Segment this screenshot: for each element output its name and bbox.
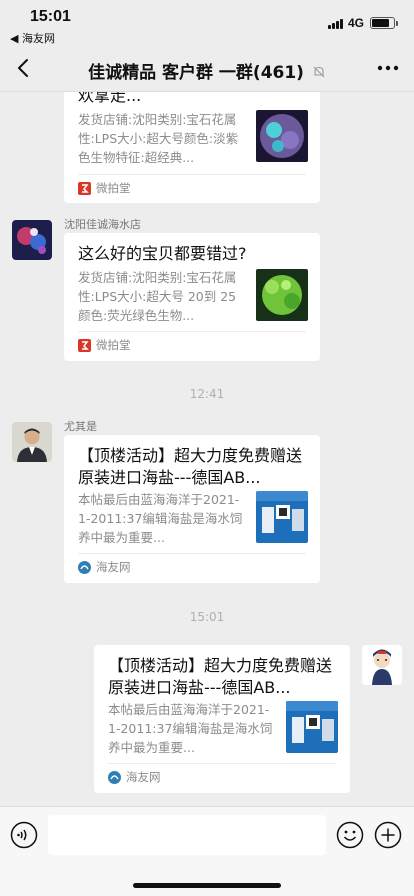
message-timestamp: 15:01 (189, 610, 225, 624)
message-list[interactable]: 欢拿走... 发货店铺:沈阳类别:宝石花属性:LPS大小:超大号颜色:淡紫色生物… (0, 92, 414, 806)
card-title: 【顶楼活动】超大力度免费赠送原装进口海盐---德国AB... (108, 656, 333, 697)
card-source: 微拍堂 (96, 181, 131, 195)
home-indicator[interactable] (133, 883, 281, 888)
link-card-message[interactable]: 这么好的宝贝都要错过? 发货店铺:沈阳类别:宝石花属性:LPS大小:超大号 20… (64, 233, 320, 361)
haiyouwang-logo-icon (78, 561, 91, 574)
weipaitang-logo-icon (78, 339, 91, 352)
card-footer: 微拍堂 (78, 174, 306, 202)
card-description: 本帖最后由蓝海海洋于2021-1-2011:37编辑海盐是海水饲养中最为重要..… (78, 492, 243, 545)
status-bar: 15:01 ◀ 海友网 4G (0, 0, 414, 45)
network-type: 4G (348, 16, 365, 30)
more-functions-plus-icon[interactable] (374, 821, 402, 849)
card-footer: 微拍堂 (78, 331, 306, 359)
message-timestamp: 12:41 (189, 387, 225, 401)
card-footer: 海友网 (108, 763, 336, 791)
chat-header: 佳诚精品 客户群 一群(461) (0, 44, 414, 92)
mute-bell-icon (313, 66, 325, 78)
signal-icon (328, 19, 343, 29)
card-thumbnail (256, 491, 308, 543)
back-chevron-icon[interactable] (12, 56, 36, 80)
card-title: 【顶楼活动】超大力度免费赠送原装进口海盐---德国AB... (78, 446, 303, 487)
card-source: 微拍堂 (96, 338, 131, 352)
card-title: 欢拿走... (78, 92, 142, 105)
card-footer: 海友网 (78, 553, 306, 581)
my-avatar[interactable] (362, 645, 402, 685)
chat-title: 佳诚精品 客户群 一群(461) (60, 58, 354, 83)
chat-title-text: 佳诚精品 客户群 一群(461) (88, 63, 304, 83)
emoji-icon[interactable] (336, 821, 364, 849)
card-thumbnail (256, 269, 308, 321)
sender-avatar[interactable] (12, 220, 52, 260)
card-description: 本帖最后由蓝海海洋于2021-1-2011:37编辑海盐是海水饲养中最为重要..… (108, 702, 273, 755)
card-title: 这么好的宝贝都要错过? (78, 244, 247, 263)
more-options-icon[interactable] (376, 58, 400, 78)
sender-name: 尤其是 (64, 420, 97, 433)
card-thumbnail (286, 701, 338, 753)
card-source: 海友网 (96, 560, 131, 574)
link-card-message[interactable]: 欢拿走... 发货店铺:沈阳类别:宝石花属性:LPS大小:超大号颜色:淡紫色生物… (64, 92, 320, 203)
weipaitang-logo-icon (78, 182, 91, 195)
link-card-message[interactable]: 【顶楼活动】超大力度免费赠送原装进口海盐---德国AB... 本帖最后由蓝海海洋… (94, 645, 350, 793)
status-time: 15:01 (30, 8, 71, 25)
voice-input-icon[interactable] (10, 821, 38, 849)
battery-icon (370, 17, 398, 29)
haiyouwang-logo-icon (108, 771, 121, 784)
link-card-message[interactable]: 【顶楼活动】超大力度免费赠送原装进口海盐---德国AB... 本帖最后由蓝海海洋… (64, 435, 320, 583)
sender-name: 沈阳佳诚海水店 (64, 218, 141, 231)
card-description: 发货店铺:沈阳类别:宝石花属性:LPS大小:超大号颜色:淡紫色生物特征:超经典.… (78, 112, 239, 165)
card-description: 发货店铺:沈阳类别:宝石花属性:LPS大小:超大号 20到 25颜色:荧光绿色生… (78, 270, 237, 323)
card-thumbnail (256, 110, 308, 162)
message-input[interactable] (48, 815, 326, 855)
card-source: 海友网 (126, 770, 161, 784)
sender-avatar[interactable] (12, 422, 52, 462)
